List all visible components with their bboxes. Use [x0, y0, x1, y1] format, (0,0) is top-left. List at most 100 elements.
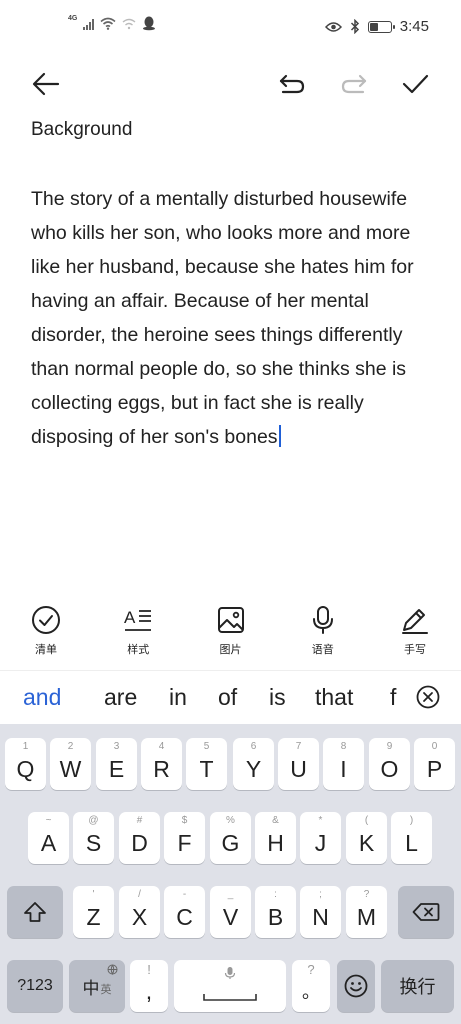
key-u[interactable]: 7U [278, 738, 319, 790]
key-label: H [267, 829, 284, 856]
key-label: I [340, 755, 347, 782]
suggestion-word[interactable]: in [169, 684, 187, 711]
key-sub-label: % [226, 815, 235, 826]
checklist-button[interactable]: 清单 [16, 602, 76, 668]
emoji-key[interactable] [337, 960, 375, 1012]
key-sub-label: _ [227, 889, 234, 900]
key-sub-label: / [138, 889, 141, 900]
note-body-editor[interactable]: The story of a mentally disturbed housew… [31, 182, 441, 454]
suggestion-word[interactable]: are [104, 684, 137, 711]
key-sub-label: ? [307, 962, 315, 977]
svg-text:A: A [124, 608, 136, 627]
key-label: N [312, 903, 329, 930]
key-z[interactable]: ' Z [73, 886, 114, 938]
key-c[interactable]: -C [164, 886, 205, 938]
key-o[interactable]: 9O [369, 738, 410, 790]
key-sub-label: @ [88, 815, 99, 826]
wifi-icon [100, 17, 116, 30]
emoji-icon [344, 974, 368, 998]
bluetooth-icon [350, 19, 359, 34]
image-button[interactable]: 图片 [201, 602, 261, 668]
key-sub-label: 9 [386, 741, 393, 752]
period-key[interactable]: ?。 [292, 960, 330, 1012]
text-style-label: 样式 [127, 643, 150, 656]
numbers-key[interactable]: ?123 [7, 960, 63, 1012]
key-sub-label: 3 [113, 741, 120, 752]
suggestion-word[interactable]: that [315, 684, 353, 711]
key-h[interactable]: & H [255, 812, 296, 864]
key-label: A [40, 829, 57, 856]
key-y[interactable]: 6Y [233, 738, 274, 790]
close-suggestions-icon[interactable] [416, 685, 440, 709]
key-e[interactable]: 3E [96, 738, 137, 790]
key-sub-label: $ [181, 815, 188, 826]
key-sub-label: 5 [203, 741, 210, 752]
keyboard: 1Q 2W 3E 4R 5T 6Y 7U 8I 9O 0P ~ A @ S # D $… [0, 724, 461, 1024]
key-label: C [176, 903, 193, 930]
key-label: X [131, 903, 148, 930]
suggestion-word[interactable]: is [269, 684, 286, 711]
space-key[interactable] [174, 960, 286, 1012]
suggestion-bar: and are in of is that f [0, 670, 461, 724]
key-sub-label: : [274, 889, 277, 900]
key-q[interactable]: 1Q [5, 738, 46, 790]
key-v[interactable]: _ V [210, 886, 251, 938]
note-title[interactable]: Background [31, 119, 132, 141]
key-r[interactable]: 4R [141, 738, 182, 790]
suggestion-word[interactable]: f [390, 684, 396, 711]
done-button[interactable] [393, 62, 437, 106]
key-k[interactable]: (K [346, 812, 387, 864]
suggestion-word[interactable]: and [23, 684, 61, 711]
key-l[interactable]: ) L [391, 812, 432, 864]
key-sub-label: 7 [295, 741, 302, 752]
key-n[interactable]: ; N [300, 886, 341, 938]
key-i[interactable]: 8I [323, 738, 364, 790]
key-f[interactable]: $ F [164, 812, 205, 864]
enter-key[interactable]: 换行 [381, 960, 454, 1012]
status-bar: 4G 3:45 [0, 0, 461, 58]
language-switch-key[interactable]: 中 英 [69, 960, 125, 1012]
eye-icon [324, 21, 342, 32]
key-label: F [177, 829, 192, 856]
microphone-icon [312, 606, 333, 634]
key-m[interactable]: ? M [346, 886, 387, 938]
comma-key[interactable]: !, [130, 960, 168, 1012]
key-d[interactable]: # D [119, 812, 160, 864]
key-g[interactable]: % G [210, 812, 251, 864]
battery-icon [367, 20, 395, 33]
key-a[interactable]: ~ A [28, 812, 69, 864]
key-label: J [314, 829, 327, 856]
key-label: R [153, 755, 170, 782]
key-w[interactable]: 2W [50, 738, 91, 790]
text-style-button[interactable]: A 样式 [108, 602, 168, 668]
key-label: Q [16, 755, 35, 782]
back-button[interactable] [24, 62, 68, 106]
key-sub-label: 2 [67, 741, 74, 752]
undo-button[interactable] [270, 62, 314, 106]
key-label: O [380, 755, 399, 782]
handwriting-button[interactable]: 手写 [385, 602, 445, 668]
key-label: , [145, 977, 153, 1004]
key-s[interactable]: @ S [73, 812, 114, 864]
suggestion-word[interactable]: of [218, 684, 237, 711]
key-sub-label: 0 [431, 741, 438, 752]
voice-button[interactable]: 语音 [293, 602, 353, 668]
key-x[interactable]: / X [119, 886, 160, 938]
format-bar: 清单 A 样式 图片 语音 手写 [0, 602, 461, 668]
key-label: W [59, 755, 82, 782]
key-sub-label: - [182, 889, 187, 900]
key-b[interactable]: :B [255, 886, 296, 938]
key-label: U [290, 755, 307, 782]
shift-key[interactable] [7, 886, 63, 938]
microphone-icon [224, 967, 236, 979]
redo-icon [341, 74, 367, 94]
undo-icon [279, 74, 305, 94]
backspace-key[interactable] [398, 886, 454, 938]
key-p[interactable]: 0P [414, 738, 455, 790]
key-t[interactable]: 5T [186, 738, 227, 790]
redo-button[interactable] [332, 62, 376, 106]
image-label: 图片 [219, 643, 242, 656]
key-j[interactable]: * J [300, 812, 341, 864]
key-label: L [405, 829, 418, 856]
handwriting-label: 手写 [404, 643, 426, 656]
